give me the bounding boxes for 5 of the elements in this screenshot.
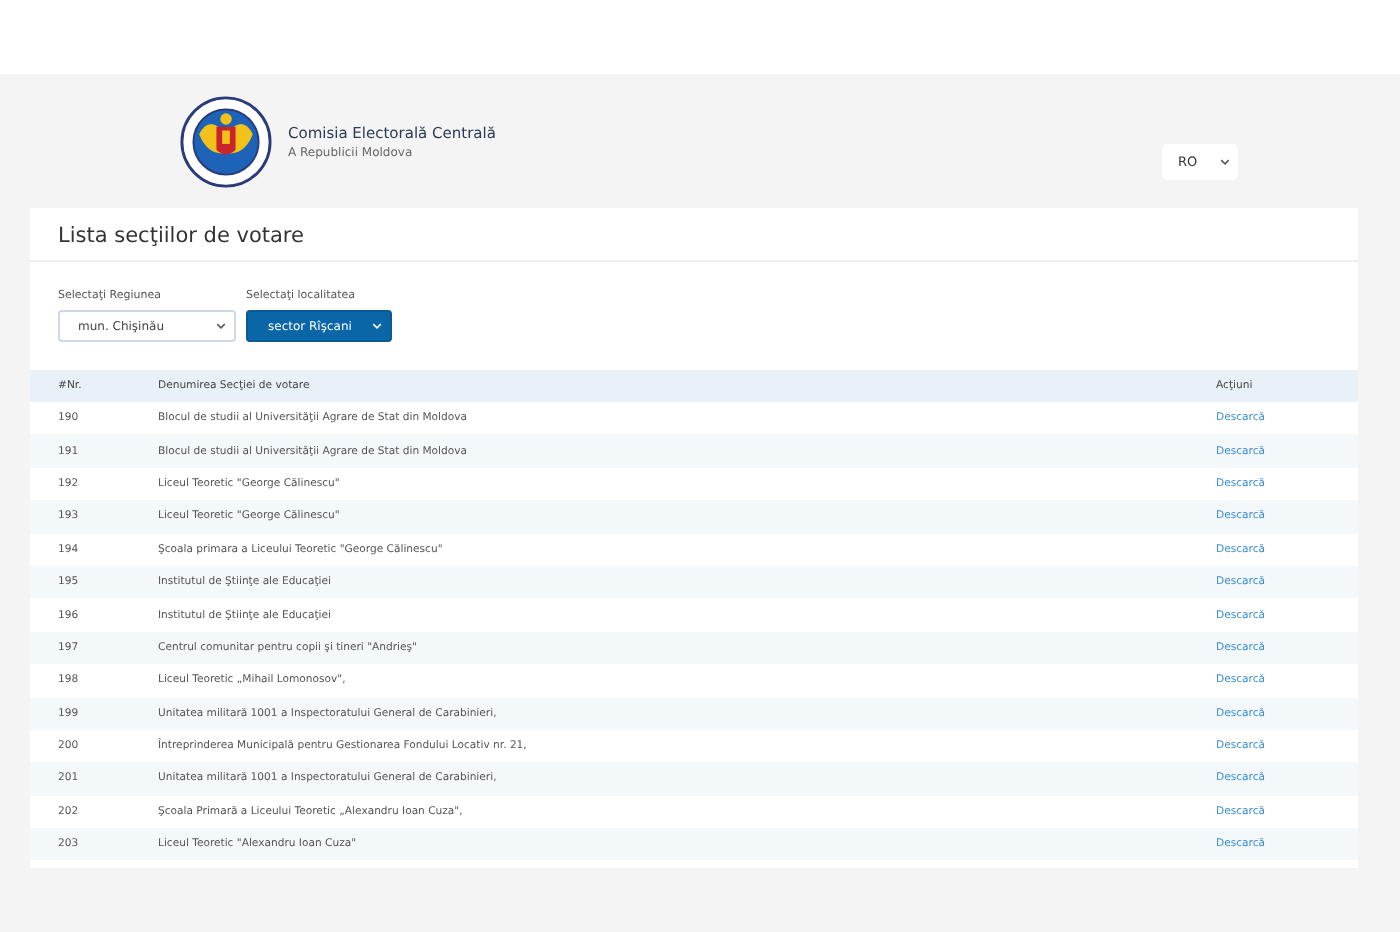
card-title: Lista secţiilor de votare (30, 208, 1358, 262)
emblem-logo (180, 95, 272, 187)
chevron-icon (216, 322, 226, 330)
chevron-icon (1220, 157, 1230, 165)
chevron-icon (372, 322, 382, 330)
